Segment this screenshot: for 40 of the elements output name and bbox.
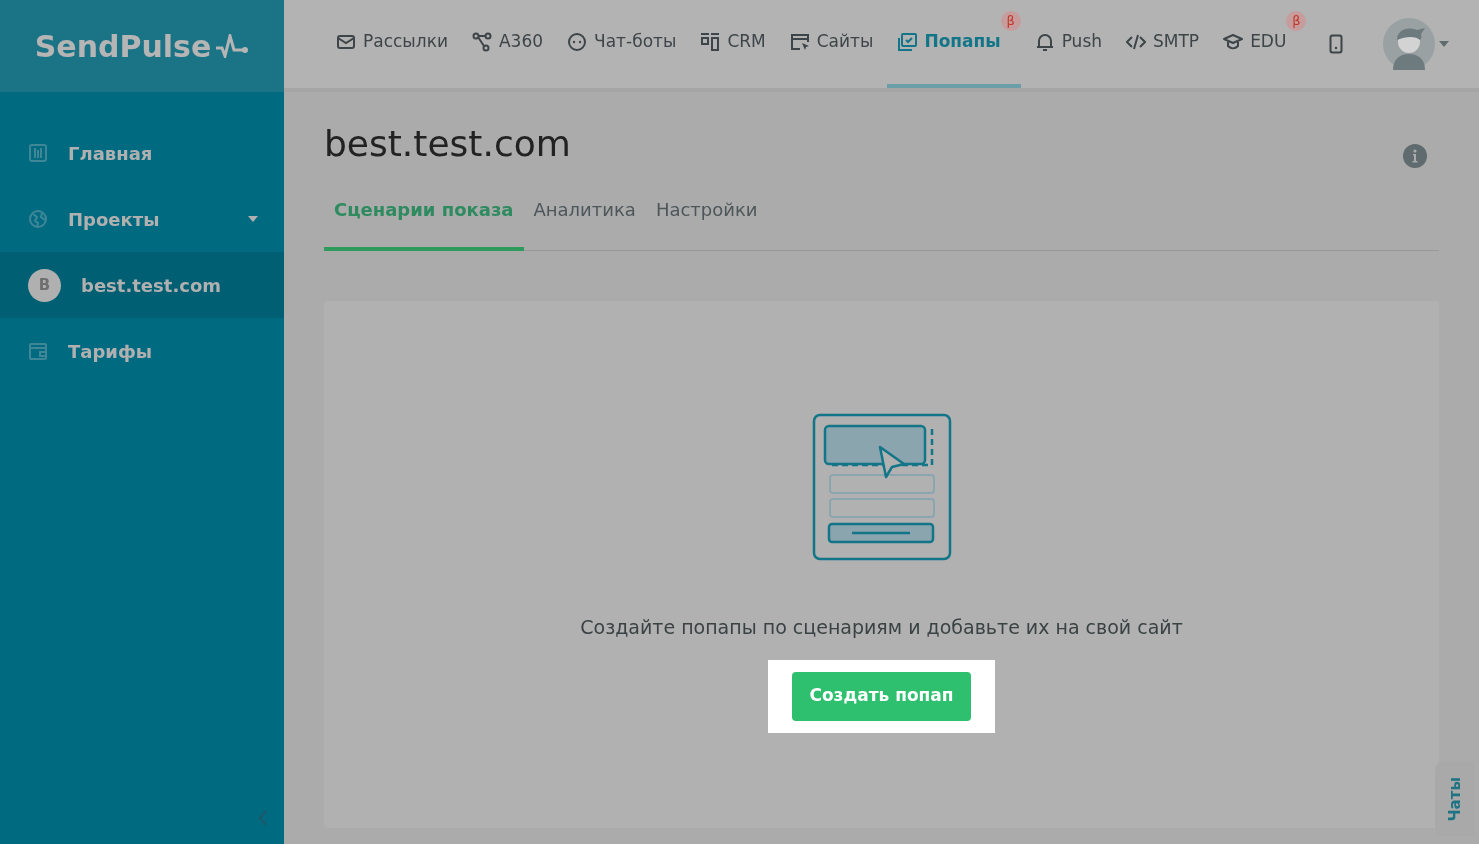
- page-tab[interactable]: Настройки: [645, 196, 768, 251]
- graduation-cap-icon: [1223, 32, 1244, 52]
- beta-badge: β: [1286, 11, 1307, 31]
- columns-icon: [700, 32, 721, 52]
- sidebar-item[interactable]: Проекты: [0, 186, 284, 252]
- empty-state-text: Создайте попапы по сценариям и добавьте их на свой сайт: [580, 615, 1183, 640]
- envelope-icon: [336, 32, 356, 52]
- wallet-icon: [28, 341, 48, 361]
- nav-tab[interactable]: Чат-боты: [557, 0, 687, 88]
- bell-icon: [1034, 32, 1055, 52]
- browser-cursor-icon: [789, 32, 810, 52]
- pulse-icon: [215, 34, 250, 58]
- nav-tab[interactable]: Рассылки: [326, 0, 458, 88]
- nav-tab[interactable]: Push: [1024, 0, 1112, 88]
- sidebar-item[interactable]: Главная: [0, 120, 284, 186]
- chat-icon: [567, 32, 588, 52]
- user-avatar[interactable]: [1383, 18, 1435, 70]
- create-popup-button[interactable]: Создать попап: [792, 671, 971, 721]
- info-icon[interactable]: [1403, 144, 1427, 168]
- project-avatar: B: [28, 268, 61, 302]
- page-title: best.test.com: [324, 124, 571, 164]
- mobile-icon[interactable]: [1329, 34, 1343, 54]
- sliders-icon: [28, 143, 48, 163]
- nav-tab[interactable]: CRM: [690, 0, 776, 88]
- page-tab[interactable]: Аналитика: [523, 196, 646, 251]
- dropdown-caret-icon[interactable]: [1439, 41, 1449, 47]
- beta-badge: β: [1000, 11, 1021, 31]
- globe-icon: [28, 209, 48, 229]
- code-icon: [1126, 32, 1146, 52]
- sidebar-item[interactable]: B best.test.com: [0, 252, 284, 318]
- nav-tab[interactable]: Попапы β: [887, 0, 1021, 88]
- sidebar-item[interactable]: Тарифы: [0, 318, 284, 384]
- caret-icon: [248, 216, 258, 222]
- popup-check-icon: [897, 32, 918, 52]
- nav-tab[interactable]: A360: [461, 0, 554, 88]
- nav-tab[interactable]: SMTP: [1116, 0, 1210, 88]
- nav-tab[interactable]: Сайты: [779, 0, 884, 88]
- nodes-icon: [471, 32, 492, 52]
- nav-tab[interactable]: EDU β: [1213, 0, 1307, 88]
- page-tab[interactable]: Сценарии показа: [324, 196, 524, 251]
